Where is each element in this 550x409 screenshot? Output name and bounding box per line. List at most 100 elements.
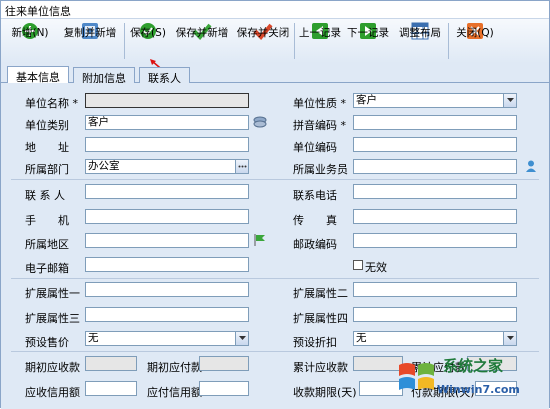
watermark-url: Winwin7.com <box>437 383 520 396</box>
chevron-down-icon[interactable] <box>235 332 248 345</box>
recv-term-label: 收款期限(天) <box>293 386 357 399</box>
section-divider <box>11 351 539 352</box>
stack-icon[interactable] <box>253 116 267 128</box>
ext3-label: 扩展属性三 <box>25 312 80 325</box>
unit-category-label: 单位类别 <box>25 119 69 132</box>
salesperson-label: 所属业务员 <box>293 163 348 176</box>
toolbar-separator <box>294 23 295 59</box>
toolbar-separator <box>124 23 125 59</box>
address-label: 地 址 <box>25 141 69 154</box>
tab-strip: 基本信息 附加信息 联系人 <box>1 65 549 85</box>
tab-basic-info[interactable]: 基本信息 <box>7 66 69 84</box>
fax-input[interactable] <box>353 209 517 224</box>
save-close-label: 保存并关闭 <box>236 27 290 39</box>
chevron-down-icon[interactable] <box>503 332 516 345</box>
phone-label: 联系电话 <box>293 189 337 202</box>
mobile-label: 手 机 <box>25 214 69 227</box>
tab-contacts[interactable]: 联系人 <box>139 67 190 85</box>
copy-new-button[interactable]: 复制并新增 <box>61 21 119 61</box>
init-receivable-input[interactable] <box>85 356 137 371</box>
next-record-label: 下一记录 <box>347 27 389 39</box>
recv-credit-input[interactable] <box>85 381 137 396</box>
mobile-input[interactable] <box>85 209 249 224</box>
invalid-label: 无效 <box>365 261 387 274</box>
new-label: 新增(N) <box>11 27 49 39</box>
prev-record-button[interactable]: 上一记录 <box>298 21 342 61</box>
preset-price-label: 预设售价 <box>25 336 69 349</box>
section-divider <box>11 278 539 279</box>
region-label: 所属地区 <box>25 238 69 251</box>
save-new-button[interactable]: 保存并新增 <box>173 21 231 61</box>
preset-price-select[interactable]: 无 <box>85 331 249 346</box>
tab-additional-info[interactable]: 附加信息 <box>73 67 135 85</box>
ext2-label: 扩展属性二 <box>293 287 348 300</box>
unit-code-input[interactable] <box>353 137 517 152</box>
new-button[interactable]: 新增(N) <box>5 21 55 61</box>
email-input[interactable] <box>85 257 249 272</box>
adjust-layout-label: 调整布局 <box>399 27 441 39</box>
email-label: 电子邮箱 <box>25 262 69 275</box>
next-record-button[interactable]: 下一记录 <box>346 21 390 61</box>
region-input[interactable] <box>85 233 249 248</box>
ext1-input[interactable] <box>85 282 249 297</box>
init-payable-input[interactable] <box>199 356 249 371</box>
watermark: 系统之家 Winwin7.com <box>393 353 543 405</box>
save-button[interactable]: 保存(S) <box>128 21 168 61</box>
window-title: 往来单位信息 <box>5 5 71 18</box>
prev-record-label: 上一记录 <box>299 27 341 39</box>
init-receivable-label: 期初应收款 <box>25 361 80 374</box>
ellipsis-icon[interactable] <box>235 160 248 173</box>
invalid-checkbox[interactable] <box>353 260 363 270</box>
adjust-layout-button[interactable]: 调整布局 <box>396 21 444 61</box>
unit-name-input[interactable] <box>85 93 249 108</box>
watermark-brand: 系统之家 <box>443 357 504 375</box>
toolbar: 新增(N) 复制并新增 保存(S) 保存并新增 保存并关闭 上一记录 下一记录 … <box>1 19 549 74</box>
app-window: 往来单位信息 新增(N) 复制并新增 保存(S) 保存并新增 保存并关闭 上一记… <box>0 0 550 409</box>
phone-input[interactable] <box>353 184 517 199</box>
ext2-input[interactable] <box>353 282 517 297</box>
ext4-label: 扩展属性四 <box>293 312 348 325</box>
unit-nature-label: 单位性质 * <box>293 97 346 110</box>
save-new-label: 保存并新增 <box>175 27 229 39</box>
pinyin-code-input[interactable] <box>353 115 517 130</box>
salesperson-input[interactable] <box>353 159 517 174</box>
save-close-button[interactable]: 保存并关闭 <box>234 21 292 61</box>
ext4-input[interactable] <box>353 307 517 322</box>
close-label: 关闭(Q) <box>456 27 494 39</box>
close-button[interactable]: 关闭(Q) <box>453 21 497 61</box>
unit-name-label: 单位名称 * <box>25 97 78 110</box>
title-bar: 往来单位信息 <box>1 1 549 19</box>
ext1-label: 扩展属性一 <box>25 287 80 300</box>
unit-nature-select[interactable]: 客户 <box>353 93 517 108</box>
toolbar-separator <box>448 23 449 59</box>
chevron-down-icon[interactable] <box>503 94 516 107</box>
ext3-input[interactable] <box>85 307 249 322</box>
preset-discount-label: 预设折扣 <box>293 336 337 349</box>
contact-input[interactable] <box>85 184 249 199</box>
save-label: 保存(S) <box>130 27 166 39</box>
department-label: 所属部门 <box>25 163 69 176</box>
unit-nature-value: 客户 <box>356 94 377 106</box>
cum-receivable-label: 累计应收款 <box>293 361 348 374</box>
section-divider <box>11 179 539 180</box>
preset-price-value: 无 <box>88 332 99 344</box>
unit-category-input[interactable]: 客户 <box>85 115 249 130</box>
preset-discount-value: 无 <box>356 332 367 344</box>
postal-label: 邮政编码 <box>293 238 337 251</box>
department-input[interactable]: 办公室 <box>85 159 249 174</box>
flag-icon[interactable] <box>253 233 267 247</box>
fax-label: 传 真 <box>293 214 337 227</box>
pay-credit-input[interactable] <box>199 381 249 396</box>
person-icon[interactable] <box>525 160 537 172</box>
pinyin-code-label: 拼音编码 * <box>293 119 346 132</box>
copy-new-label: 复制并新增 <box>63 27 117 39</box>
unit-code-label: 单位编码 <box>293 141 337 154</box>
contact-label: 联 系 人 <box>25 189 65 202</box>
address-input[interactable] <box>85 137 249 152</box>
preset-discount-select[interactable]: 无 <box>353 331 517 346</box>
department-value: 办公室 <box>88 160 120 172</box>
init-payable-label: 期初应付款 <box>147 361 202 374</box>
windows-logo-icon <box>399 363 434 390</box>
pay-credit-label: 应付信用额 <box>147 386 202 399</box>
postal-input[interactable] <box>353 233 517 248</box>
